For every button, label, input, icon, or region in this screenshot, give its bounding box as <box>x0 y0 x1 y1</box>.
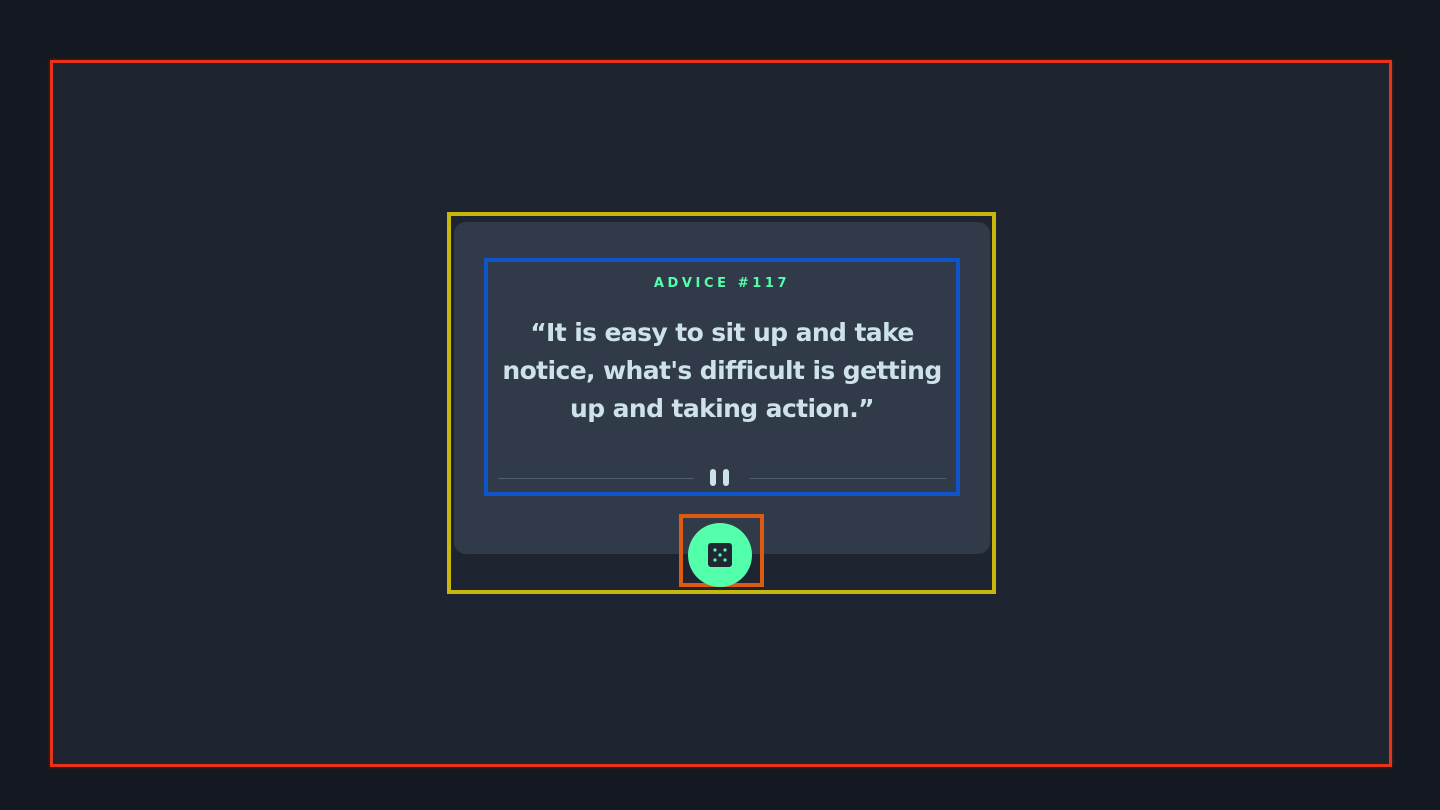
divider-line-left <box>498 478 694 479</box>
divider-line-right <box>750 478 946 479</box>
advice-quote: “It is easy to sit up and take notice, w… <box>502 318 942 423</box>
pattern-divider <box>498 464 946 492</box>
advice-number: ADVICE #117 <box>653 276 791 291</box>
pause-bar <box>710 469 716 486</box>
advice-content: ADVICE #117 “It is easy to sit up and ta… <box>484 258 960 496</box>
pause-icon <box>710 469 732 487</box>
page: ADVICE #117 “It is easy to sit up and ta… <box>0 0 1440 810</box>
new-advice-button[interactable] <box>688 523 752 587</box>
dice-icon <box>708 543 732 567</box>
pause-bar <box>723 469 729 486</box>
